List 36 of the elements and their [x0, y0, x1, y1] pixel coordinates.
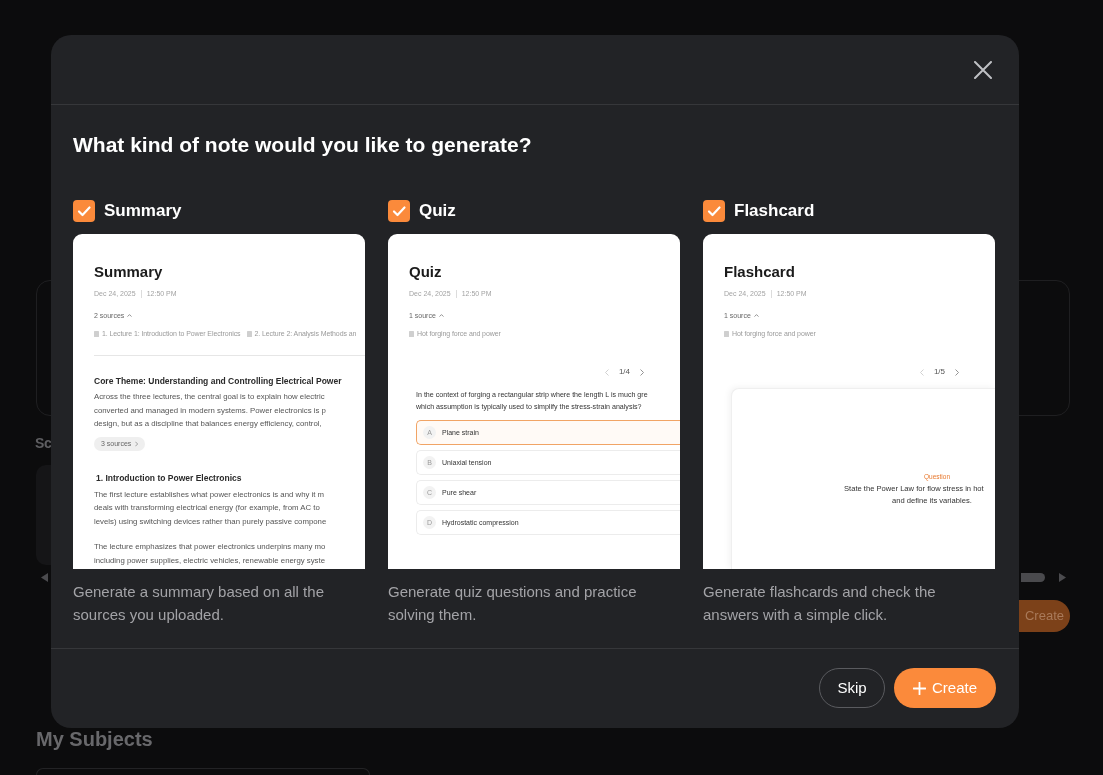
- checkbox[interactable]: [703, 200, 725, 222]
- document-icon: [246, 330, 252, 337]
- section-heading: Sc: [35, 434, 52, 453]
- caret-up-icon: [438, 314, 444, 317]
- page-indicator: 1/5: [933, 367, 945, 377]
- option-label[interactable]: Summary: [104, 200, 182, 222]
- document-icon: [724, 330, 729, 337]
- section-heading: Core Theme: Understanding and Controlling Electrical Power: [94, 376, 342, 387]
- section-heading: My Subjects: [36, 729, 153, 749]
- checkbox[interactable]: [388, 200, 410, 222]
- option-label[interactable]: Flashcard: [734, 200, 815, 222]
- close-icon[interactable]: [974, 60, 992, 79]
- document-icon: [94, 330, 99, 337]
- note-title: Flashcard: [724, 263, 795, 281]
- scroll-right-icon[interactable]: [1059, 572, 1066, 582]
- chevron-right-icon[interactable]: [135, 440, 139, 447]
- chevron-left-icon[interactable]: [919, 368, 924, 376]
- dialog-title: What kind of note would you like to generate?: [73, 132, 532, 157]
- document-icon: [409, 330, 414, 337]
- option-label[interactable]: Quiz: [419, 200, 456, 222]
- note-title: Summary: [94, 263, 163, 281]
- caret-up-icon: [127, 314, 133, 317]
- section-heading: 1. Introduction to Power Electronics: [96, 472, 242, 484]
- plus-icon: [913, 681, 926, 695]
- scrollbar-thumb[interactable]: [1021, 572, 1045, 582]
- chevron-right-icon[interactable]: [640, 368, 644, 376]
- note-title: Quiz: [409, 263, 442, 281]
- chevron-right-icon[interactable]: [955, 368, 959, 376]
- chevron-left-icon[interactable]: [604, 368, 609, 376]
- caret-up-icon: [753, 314, 759, 317]
- scroll-left-icon[interactable]: [41, 572, 48, 582]
- option-description: Generate a summary based on all the sources you uploaded.: [73, 582, 325, 625]
- page-indicator: 1/4: [618, 367, 630, 377]
- option-description: Generate quiz questions and practice solving them.: [388, 582, 638, 625]
- option-description: Generate flashcards and check the answers with a simple click.: [703, 582, 937, 625]
- checkbox[interactable]: [73, 200, 95, 222]
